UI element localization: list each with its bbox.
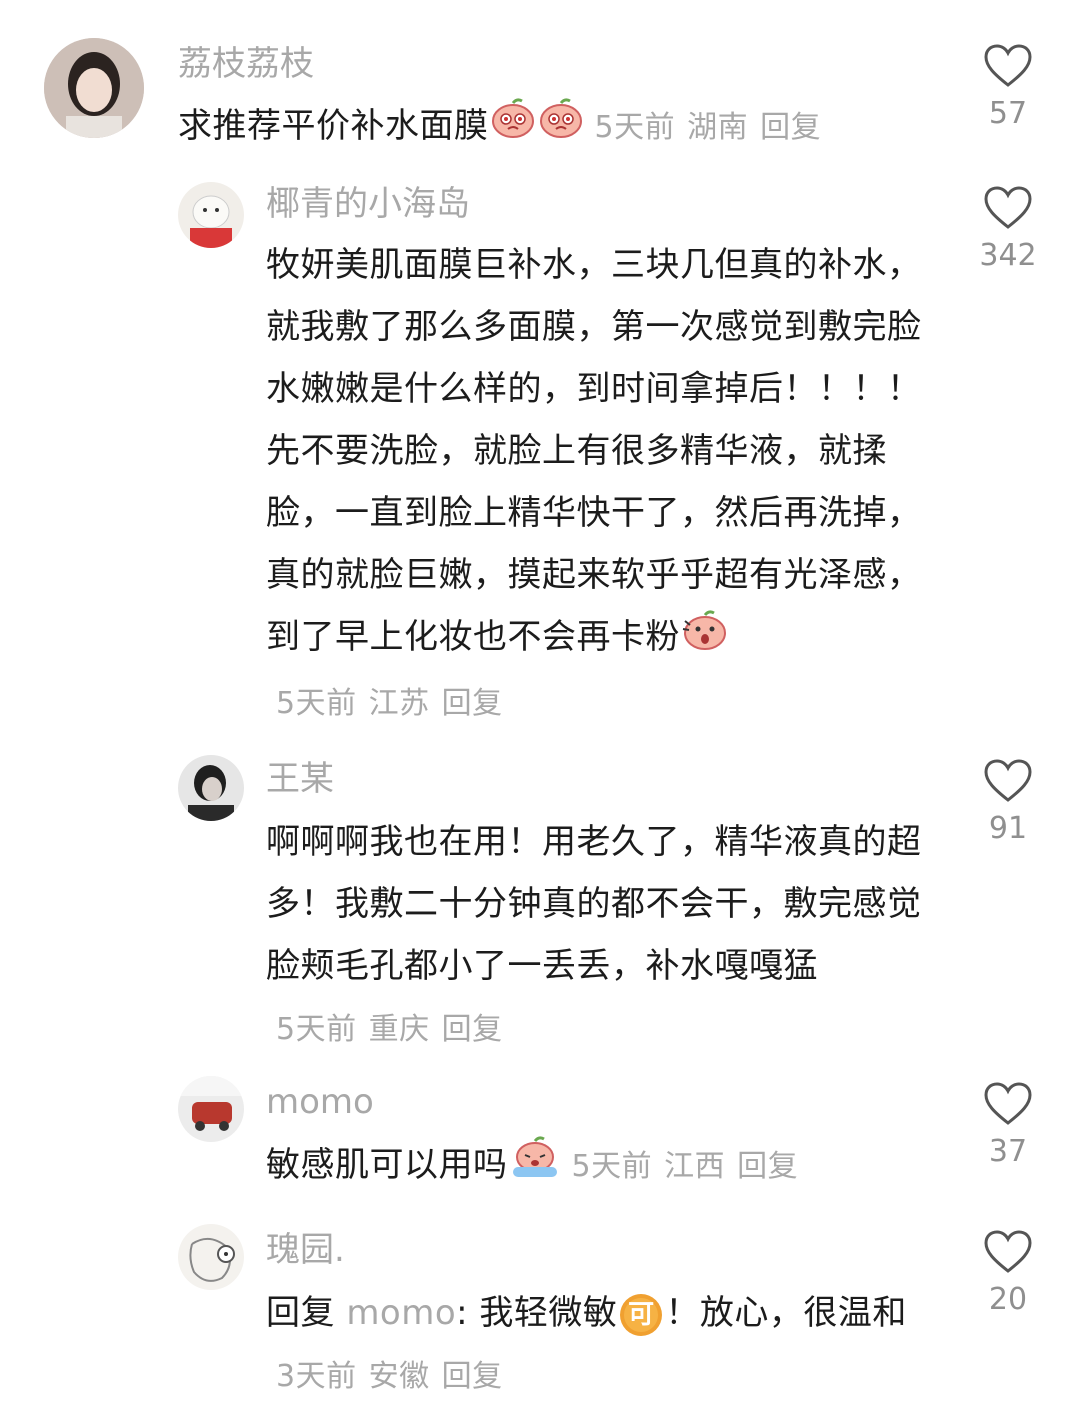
like-control[interactable]: 342 bbox=[960, 186, 1056, 274]
comment-text: 敏感肌可以用吗 bbox=[266, 1145, 508, 1185]
comment-body: 牧妍美肌面膜巨补水，三块几但真的补水，就我敷了那么多面膜，第一次感觉到敷完脸水嫩… bbox=[266, 234, 936, 735]
comment-meta: 5天前 江西 回复 bbox=[572, 1149, 811, 1184]
reply-button[interactable]: 回复 bbox=[442, 686, 503, 721]
comment-location: 江西 bbox=[664, 1149, 726, 1184]
heart-icon[interactable] bbox=[984, 44, 1032, 88]
comment-text-before: : 我轻微敏 bbox=[456, 1293, 618, 1333]
comment-text: 求推荐平价补水面膜 bbox=[178, 106, 489, 146]
peach-crying-emoji bbox=[509, 1135, 561, 1199]
comment-location: 江苏 bbox=[368, 685, 430, 721]
badge-label: 可 bbox=[628, 1299, 655, 1330]
comment-meta: 5天前 湖南 回复 bbox=[595, 110, 834, 145]
reply-button[interactable]: 回复 bbox=[442, 1359, 503, 1394]
comment-time: 5天前 bbox=[276, 1012, 357, 1047]
comment-meta: 3天前 安徽 回复 bbox=[276, 1359, 515, 1394]
comment-time: 5天前 bbox=[594, 110, 676, 145]
like-count: 57 bbox=[988, 96, 1028, 131]
avatar-photo bbox=[44, 38, 144, 138]
avatar[interactable] bbox=[178, 1076, 244, 1142]
comment-item: 瑰园. 回复 momo: 我轻微敏 可 ！放心，很温和 3天前 安徽 回复 20 bbox=[0, 1218, 1080, 1418]
comment-location: 湖南 bbox=[687, 110, 749, 145]
like-count: 37 bbox=[988, 1134, 1028, 1169]
approval-badge-emoji: 可 bbox=[618, 1292, 664, 1338]
avatar-photo bbox=[178, 755, 244, 821]
heart-icon[interactable] bbox=[984, 1230, 1032, 1274]
comment-time: 5天前 bbox=[571, 1149, 653, 1184]
comment-meta: 5天前 江苏 回复 bbox=[276, 686, 515, 721]
username[interactable]: 瑰园. bbox=[266, 1230, 345, 1270]
comment-body: 敏感肌可以用吗 5天前 江西 回复 bbox=[266, 1134, 936, 1199]
like-count: 342 bbox=[979, 238, 1037, 273]
comment-location: 重庆 bbox=[368, 1012, 430, 1047]
avatar[interactable] bbox=[178, 182, 244, 248]
heart-icon[interactable] bbox=[984, 759, 1032, 803]
like-control[interactable]: 57 bbox=[960, 44, 1056, 132]
avatar-photo bbox=[178, 1076, 244, 1142]
like-control[interactable]: 91 bbox=[960, 759, 1056, 847]
comment-text: 牧妍美肌面膜巨补水，三块几但真的补水，就我敷了那么多面膜，第一次感觉到敷完脸水嫩… bbox=[266, 245, 922, 657]
like-count: 91 bbox=[988, 811, 1028, 846]
comment-meta: 5天前 重庆 回复 bbox=[276, 1012, 515, 1047]
comment-item: 荔枝荔枝 求推荐平价补水面膜 5天前 湖南 回复 57 bbox=[0, 0, 1080, 160]
comment-item: momo 敏感肌可以用吗 5天前 江西 回复 37 bbox=[0, 1070, 1080, 1210]
comment-time: 3天前 bbox=[276, 1359, 357, 1394]
reply-mention[interactable]: momo bbox=[346, 1293, 456, 1333]
reply-button[interactable]: 回复 bbox=[442, 1012, 503, 1047]
avatar-photo bbox=[178, 182, 244, 248]
avatar[interactable] bbox=[44, 38, 144, 138]
peach-shocked-emoji bbox=[681, 607, 729, 671]
username[interactable]: 椰青的小海岛 bbox=[266, 184, 470, 224]
like-control[interactable]: 20 bbox=[960, 1230, 1056, 1318]
like-control[interactable]: 37 bbox=[960, 1082, 1056, 1170]
peach-pleading-emoji bbox=[538, 97, 584, 159]
comment-body: 回复 momo: 我轻微敏 可 ！放心，很温和 3天前 安徽 回复 bbox=[266, 1282, 936, 1408]
comment-body: 求推荐平价补水面膜 5天前 湖南 回复 bbox=[178, 95, 938, 159]
avatar[interactable] bbox=[178, 755, 244, 821]
like-count: 20 bbox=[988, 1282, 1028, 1317]
reply-button[interactable]: 回复 bbox=[760, 110, 821, 145]
heart-icon[interactable] bbox=[984, 186, 1032, 230]
reply-prefix: 回复 bbox=[266, 1293, 335, 1333]
reply-button[interactable]: 回复 bbox=[737, 1149, 798, 1184]
username[interactable]: 荔枝荔枝 bbox=[178, 44, 314, 84]
heart-icon[interactable] bbox=[984, 1082, 1032, 1126]
peach-pleading-emoji bbox=[490, 97, 536, 159]
username[interactable]: momo bbox=[266, 1082, 374, 1122]
comment-text: 啊啊啊我也在用！用老久了，精华液真的超多！我敷二十分钟真的都不会干，敷完感觉脸颊… bbox=[266, 822, 922, 986]
comment-time: 5天前 bbox=[276, 685, 357, 721]
avatar[interactable] bbox=[178, 1224, 244, 1290]
comment-item: 椰青的小海岛 牧妍美肌面膜巨补水，三块几但真的补水，就我敷了那么多面膜，第一次感… bbox=[0, 170, 1080, 730]
username[interactable]: 王某 bbox=[266, 759, 334, 799]
comment-text-after: ！放心，很温和 bbox=[665, 1293, 907, 1333]
comment-item: 王某 啊啊啊我也在用！用老久了，精华液真的超多！我敷二十分钟真的都不会干，敷完感… bbox=[0, 745, 1080, 1065]
comment-body: 啊啊啊我也在用！用老久了，精华液真的超多！我敷二十分钟真的都不会干，敷完感觉脸颊… bbox=[266, 811, 936, 1061]
avatar-photo bbox=[178, 1224, 244, 1290]
comment-location: 安徽 bbox=[368, 1359, 430, 1394]
